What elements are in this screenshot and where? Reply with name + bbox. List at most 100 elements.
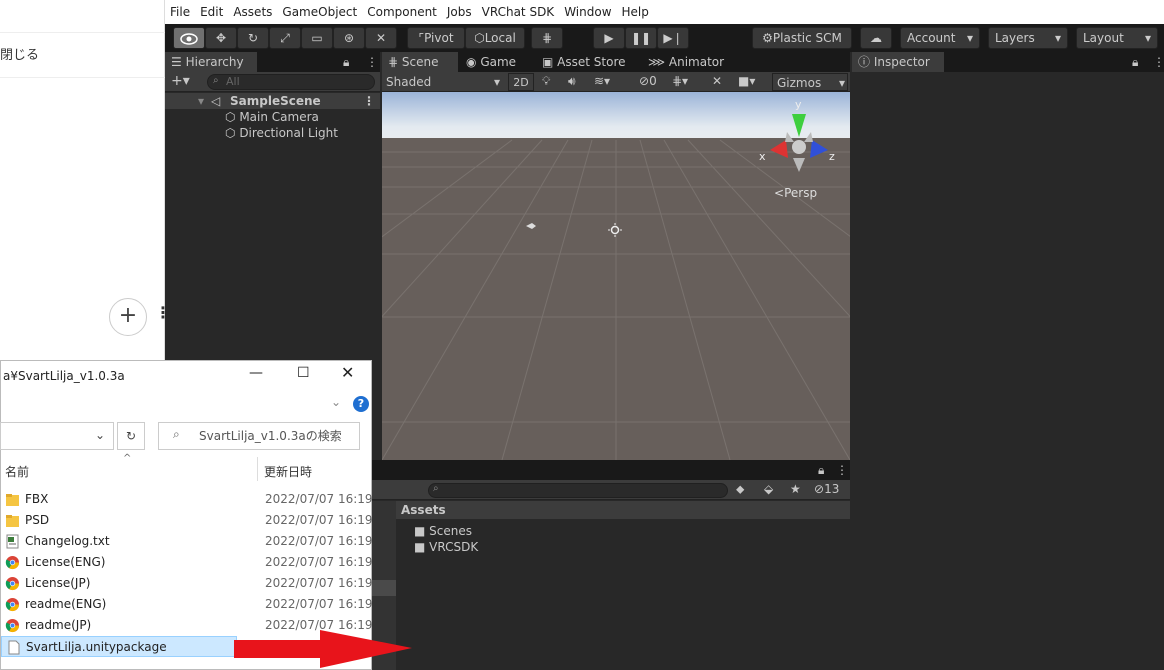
maximize-icon[interactable]: ☐ [297, 365, 310, 381]
menu-edit[interactable]: Edit [195, 0, 228, 19]
file-row[interactable]: Changelog.txt 2022/07/07 16:19 [1, 531, 373, 552]
list-icon: ☰ [171, 55, 182, 69]
play-button[interactable]: ▶ [593, 27, 625, 49]
explorer-title: a¥SvartLilja_v1.0.3a [3, 369, 125, 383]
hidden-packages-icon[interactable]: ⊘13 [814, 482, 839, 496]
tab-game[interactable]: ◉ Game [460, 52, 522, 72]
shading-dropdown[interactable]: Shaded ▾ [386, 74, 502, 90]
search-icon: ⌕ [433, 483, 439, 494]
menu-jobs[interactable]: Jobs [442, 0, 477, 19]
more-icon[interactable]: ⋮ [1147, 52, 1164, 72]
label-icon[interactable]: ⬙ [764, 482, 773, 496]
minimize-icon[interactable]: — [249, 365, 263, 381]
file-name: readme(ENG) [25, 597, 107, 611]
2d-toggle[interactable]: 2D [508, 73, 534, 91]
chrome-icon [5, 618, 20, 633]
lock-icon[interactable]: 🔒︎ [337, 52, 355, 72]
grid-toggle-icon[interactable]: ⋕▾ [672, 74, 688, 88]
hierarchy-search-input[interactable]: All [207, 74, 375, 90]
file-row[interactable]: License(ENG) 2022/07/07 16:19 [1, 552, 373, 573]
tree-item-directional-light[interactable]: ⬡ Directional Light [225, 125, 338, 141]
menu-component[interactable]: Component [362, 0, 442, 19]
file-date: 2022/07/07 16:19 [265, 492, 373, 506]
pause-button[interactable]: ❚❚ [625, 27, 657, 49]
cloud-icon[interactable]: ☁ [860, 27, 892, 49]
project-search-input[interactable] [428, 483, 728, 498]
expand-arrow-icon[interactable]: ▾ [198, 93, 204, 109]
menu-assets[interactable]: Assets [228, 0, 277, 19]
menu-window[interactable]: Window [559, 0, 616, 19]
gizmos-dropdown[interactable]: Gizmos ▾ [772, 73, 848, 91]
rect-tool-icon[interactable]: ▭ [301, 27, 333, 49]
plastic-scm-button[interactable]: ⚙Plastic SCM [752, 27, 852, 49]
file-row[interactable]: readme(ENG) 2022/07/07 16:19 [1, 594, 373, 615]
more-icon[interactable]: ⋮ [830, 460, 854, 480]
text-file-icon [5, 534, 20, 549]
add-icon[interactable]: +▾ [171, 73, 190, 89]
main-toolbar: ✥ ↻ ⤢ ▭ ⊛ ✕ ⌜Pivot ⬡Local ⋕ ▶ ❚❚ ▶❘ ⚙Pla… [165, 24, 1164, 52]
rotate-tool-icon[interactable]: ↻ [237, 27, 269, 49]
folder-scenes[interactable]: ■ Scenes [414, 523, 472, 539]
hidden-objects-icon[interactable]: ⊘0 [639, 74, 657, 88]
chevron-down-icon[interactable]: ⌄ [95, 428, 105, 442]
chrome-icon [5, 576, 20, 591]
ribbon-expand-icon[interactable]: ⌄ [331, 395, 341, 409]
tab-animator[interactable]: ⋙ Animator [642, 52, 730, 72]
view-tool-icon[interactable] [173, 27, 205, 49]
more-icon[interactable]: ⋮ [360, 52, 384, 72]
menu-file[interactable]: File [165, 0, 195, 19]
camera-icon[interactable]: ■▾ [738, 74, 755, 88]
project-panel: 🔒︎ ⋮ ⌕ ⬥ ⬙ ★ ⊘13 Assets ■ Scenes ■ VRCSD… [372, 460, 850, 670]
move-tool-icon[interactable]: ✥ [205, 27, 237, 49]
close-icon[interactable]: ✕ [341, 363, 354, 382]
file-row[interactable]: SvartLilja.unitypackage [1, 636, 237, 657]
persp-label[interactable]: <Persp [774, 186, 817, 200]
tree-item-main-camera[interactable]: ⬡ Main Camera [225, 109, 319, 125]
file-row[interactable]: License(JP) 2022/07/07 16:19 [1, 573, 373, 594]
add-button[interactable]: + [109, 298, 147, 336]
cube-icon: ⬡ [474, 31, 485, 45]
tab-asset-store[interactable]: ▣ Asset Store [536, 52, 632, 72]
file-row[interactable]: FBX 2022/07/07 16:19 [1, 489, 373, 510]
grid-snap-icon[interactable]: ⋕ [531, 27, 563, 49]
custom-tool-icon[interactable]: ✕ [365, 27, 397, 49]
column-divider[interactable] [257, 457, 258, 481]
layers-dropdown[interactable]: Layers ▾ [988, 27, 1068, 49]
file-row[interactable]: PSD 2022/07/07 16:19 [1, 510, 373, 531]
column-date[interactable]: 更新日時 [264, 463, 312, 480]
pivot-button[interactable]: ⌜Pivot [407, 27, 465, 49]
file-name: License(JP) [25, 576, 91, 590]
local-button[interactable]: ⬡Local [465, 27, 525, 49]
menu-gameobject[interactable]: GameObject [277, 0, 362, 19]
lock-icon[interactable]: 🔒︎ [812, 460, 830, 480]
scene-more-icon[interactable]: ⋮ [363, 93, 375, 109]
favorite-icon[interactable]: ★ [790, 482, 801, 496]
tree-item-scene[interactable]: ▾ ◁ SampleScene ⋮ [165, 93, 380, 109]
refresh-icon[interactable]: ↻ [117, 422, 145, 450]
help-icon[interactable]: ? [353, 396, 369, 412]
lock-icon[interactable]: 🔒︎ [1126, 52, 1144, 72]
tab-hierarchy[interactable]: ☰ Hierarchy [165, 52, 257, 72]
file-date: 2022/07/07 16:19 [265, 576, 373, 590]
project-sidebar-selected[interactable] [372, 580, 396, 596]
transform-tool-icon[interactable]: ⊛ [333, 27, 365, 49]
account-dropdown[interactable]: Account ▾ [900, 27, 980, 49]
column-name[interactable]: 名前 [5, 463, 29, 480]
scale-tool-icon[interactable]: ⤢ [269, 27, 301, 49]
tab-scene[interactable]: ⋕ Scene [382, 52, 458, 72]
step-button[interactable]: ▶❘ [657, 27, 689, 49]
effects-icon[interactable]: ≋▾ [594, 74, 610, 88]
menu-vrchat-sdk[interactable]: VRChat SDK [477, 0, 560, 19]
scene-grid [382, 92, 850, 460]
filter-type-icon[interactable]: ⬥ [736, 482, 744, 497]
tools-icon[interactable]: ✕ [712, 74, 722, 88]
lighting-icon[interactable]: 💡︎ [542, 74, 550, 89]
layout-dropdown[interactable]: Layout ▾ [1076, 27, 1158, 49]
audio-icon[interactable]: 🔊︎ [568, 74, 576, 89]
explorer-search-input[interactable]: SvartLilja_v1.0.3aの検索 [158, 422, 360, 450]
folder-vrcsdk[interactable]: ■ VRCSDK [414, 539, 478, 555]
tab-inspector[interactable]: ⓘ Inspector [852, 52, 944, 72]
close-button[interactable]: 閉じる [0, 32, 165, 78]
menu-help[interactable]: Help [617, 0, 654, 19]
scene-viewport[interactable]: y x z <Persp [382, 92, 850, 460]
